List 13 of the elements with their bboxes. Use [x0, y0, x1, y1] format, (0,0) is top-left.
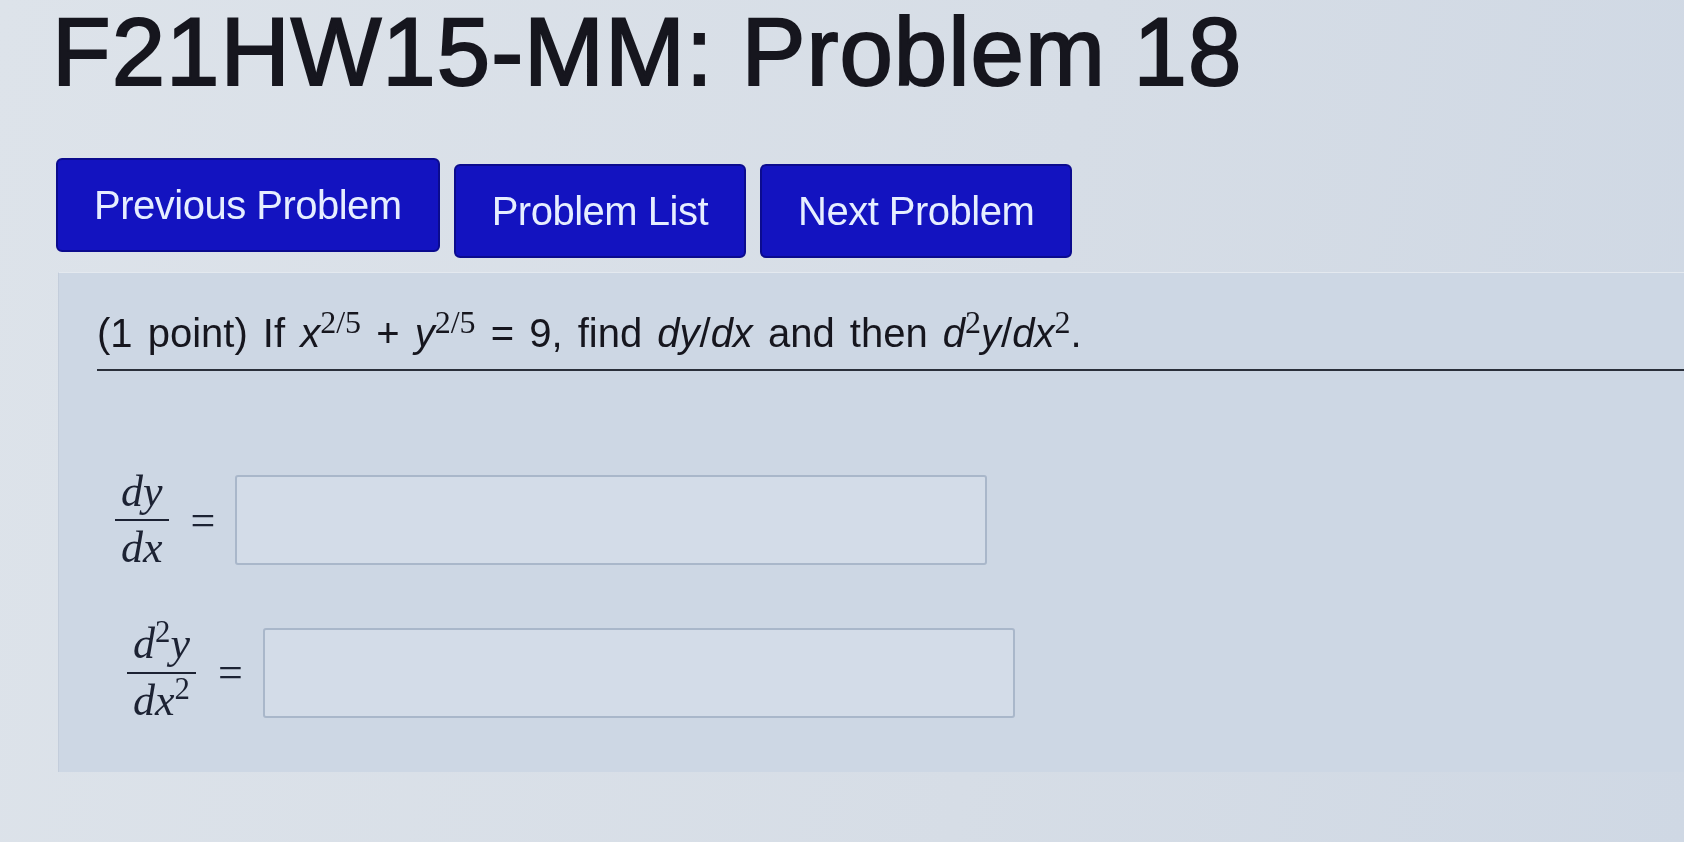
problem-statement: (1 point) If x$^{2/5}$ + y$^{2/5}$ = 9, find dy/dx and then d$^{2}$y/dx$^{2}$.: [97, 305, 1083, 357]
page-title: F21HW15-MM: Problem 18: [52, 4, 1244, 100]
equals-sign: =: [190, 494, 216, 546]
nav-button[interactable]: Previous Problem: [56, 158, 440, 252]
answer-box[interactable]: [262, 627, 1015, 718]
nav-button[interactable]: Problem List: [453, 164, 746, 258]
fraction-denominator: dx$^{2}$: [127, 671, 196, 724]
fraction-numerator: d$^{2}$y: [132, 621, 191, 671]
equals-sign: =: [217, 647, 243, 699]
nav-button[interactable]: Next Problem: [760, 164, 1073, 258]
answer-box[interactable]: [235, 475, 988, 566]
fraction-numerator: dy: [120, 469, 164, 518]
fraction-denominator: dx: [115, 519, 169, 572]
